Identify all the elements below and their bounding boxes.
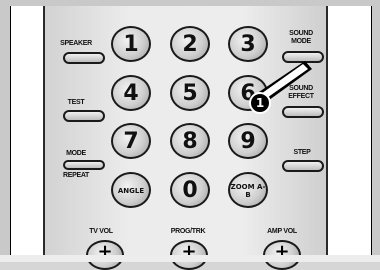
callout-marker: 1 (249, 92, 271, 114)
prog-trk-label: PROG/TRK (170, 228, 206, 235)
amp-vol-label: AMP VOL (267, 228, 297, 235)
callout-pointer-icon (256, 61, 312, 103)
tv-vol-label: TV VOL (89, 228, 113, 235)
bottom-edge (0, 255, 380, 262)
